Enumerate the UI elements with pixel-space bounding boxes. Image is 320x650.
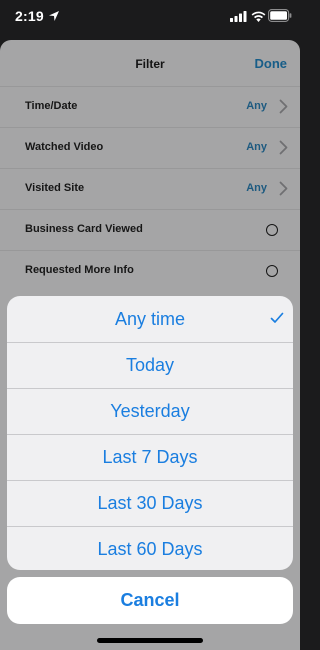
row-value: Any xyxy=(246,182,267,194)
signal-icon xyxy=(230,11,247,22)
chevron-right-icon xyxy=(279,99,288,114)
location-arrow-icon xyxy=(49,11,59,21)
option-label: Last 7 Days xyxy=(102,447,198,467)
row-label: Business Card Viewed xyxy=(25,223,143,235)
cancel-label: Cancel xyxy=(120,590,180,610)
option-today[interactable]: Today xyxy=(7,342,293,388)
chevron-right-icon xyxy=(279,181,288,196)
row-label: Watched Video xyxy=(25,141,104,153)
checkmark-icon xyxy=(270,312,284,323)
row-value: Any xyxy=(246,100,267,112)
row-label: Time/Date xyxy=(25,100,78,112)
option-last-60-days[interactable]: Last 60 Days xyxy=(7,526,293,570)
radio-circle-icon[interactable] xyxy=(266,224,278,236)
radio-circle-icon[interactable] xyxy=(266,265,278,277)
status-bar: 2:19 xyxy=(0,0,300,38)
filter-header: Filter Done xyxy=(0,40,300,86)
wifi-icon xyxy=(251,11,266,22)
option-label: Yesterday xyxy=(110,401,190,421)
filter-row-time-date[interactable]: Time/Date Any xyxy=(0,86,300,127)
row-value: Any xyxy=(246,141,267,153)
row-label: Visited Site xyxy=(25,182,85,194)
home-indicator xyxy=(97,638,203,643)
option-any-time[interactable]: Any time xyxy=(7,296,293,342)
option-last-7-days[interactable]: Last 7 Days xyxy=(7,434,293,480)
filter-row-watched-video[interactable]: Watched Video Any xyxy=(0,127,300,168)
option-label: Today xyxy=(125,355,175,375)
option-yesterday[interactable]: Yesterday xyxy=(7,388,293,434)
status-time: 2:19 xyxy=(15,8,44,24)
time-range-action-sheet: Any time Today Yesterday Last 7 Days Las… xyxy=(7,296,293,570)
filter-row-visited-site[interactable]: Visited Site Any xyxy=(0,168,300,209)
option-label: Last 30 Days xyxy=(97,493,203,513)
option-last-30-days[interactable]: Last 30 Days xyxy=(7,480,293,526)
filter-row-requested-more-info[interactable]: Requested More Info xyxy=(0,250,300,291)
option-label: Last 60 Days xyxy=(97,539,203,559)
battery-icon xyxy=(268,9,292,22)
cancel-button[interactable]: Cancel xyxy=(7,577,293,624)
option-label: Any time xyxy=(114,308,186,329)
row-label: Requested More Info xyxy=(25,264,134,276)
chevron-right-icon xyxy=(279,140,288,155)
done-button[interactable]: Done xyxy=(255,56,288,71)
filter-row-business-card-viewed[interactable]: Business Card Viewed xyxy=(0,209,300,250)
